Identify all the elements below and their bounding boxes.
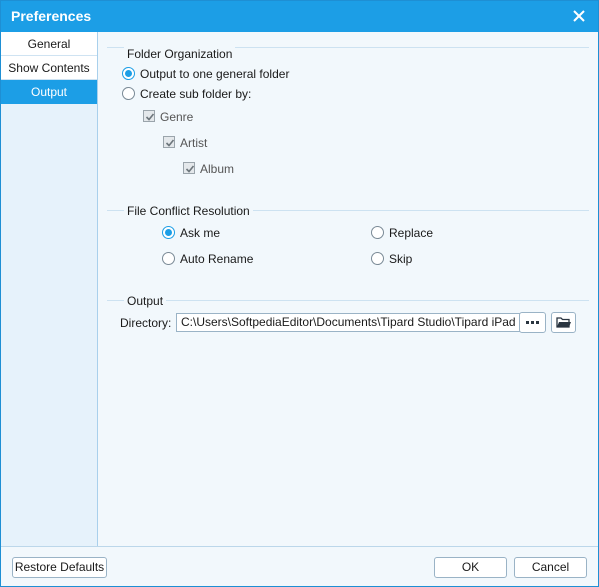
- genre-label: Genre: [160, 110, 194, 124]
- folder-organization-title: Folder Organization: [124, 47, 236, 61]
- sidebar-item-output[interactable]: Output: [1, 80, 97, 104]
- content-panel: Folder Organization Output to one genera…: [99, 32, 598, 546]
- replace-label[interactable]: Replace: [389, 226, 433, 240]
- preferences-window: Preferences General Show Contents Output…: [0, 0, 599, 587]
- ask-me-radio[interactable]: [162, 226, 175, 239]
- sidebar-item-general[interactable]: General: [1, 32, 97, 56]
- output-title: Output: [124, 294, 167, 308]
- genre-checkbox[interactable]: [143, 110, 155, 122]
- directory-field[interactable]: C:\Users\SoftpediaEditor\Documents\Tipar…: [176, 313, 543, 332]
- sidebar: General Show Contents Output: [1, 32, 98, 546]
- directory-label: Directory:: [120, 316, 172, 330]
- cancel-button[interactable]: Cancel: [514, 557, 587, 578]
- ellipsis-icon: [520, 321, 545, 335]
- folder-icon: [552, 317, 575, 335]
- auto-rename-label[interactable]: Auto Rename: [180, 252, 253, 266]
- window-title: Preferences: [11, 8, 92, 24]
- dialog-footer: Restore Defaults OK Cancel: [1, 546, 598, 586]
- sidebar-item-show-contents[interactable]: Show Contents: [1, 56, 97, 80]
- skip-radio[interactable]: [371, 252, 384, 265]
- title-bar: Preferences: [1, 1, 598, 32]
- artist-label: Artist: [180, 136, 208, 150]
- group-divider: [107, 300, 589, 301]
- ok-button[interactable]: OK: [434, 557, 507, 578]
- output-general-folder-radio[interactable]: [122, 67, 135, 80]
- file-conflict-title: File Conflict Resolution: [124, 204, 253, 218]
- open-folder-button[interactable]: [551, 312, 576, 333]
- album-label: Album: [200, 162, 235, 176]
- album-checkbox[interactable]: [183, 162, 195, 174]
- create-sub-folder-radio[interactable]: [122, 87, 135, 100]
- skip-label[interactable]: Skip: [389, 252, 412, 266]
- restore-defaults-button[interactable]: Restore Defaults: [12, 557, 107, 578]
- create-sub-folder-label[interactable]: Create sub folder by:: [140, 87, 251, 101]
- auto-rename-radio[interactable]: [162, 252, 175, 265]
- artist-checkbox[interactable]: [163, 136, 175, 148]
- browse-button[interactable]: [519, 312, 546, 333]
- close-icon[interactable]: [568, 5, 590, 27]
- replace-radio[interactable]: [371, 226, 384, 239]
- ask-me-label[interactable]: Ask me: [180, 226, 220, 240]
- output-general-folder-label[interactable]: Output to one general folder: [140, 67, 289, 81]
